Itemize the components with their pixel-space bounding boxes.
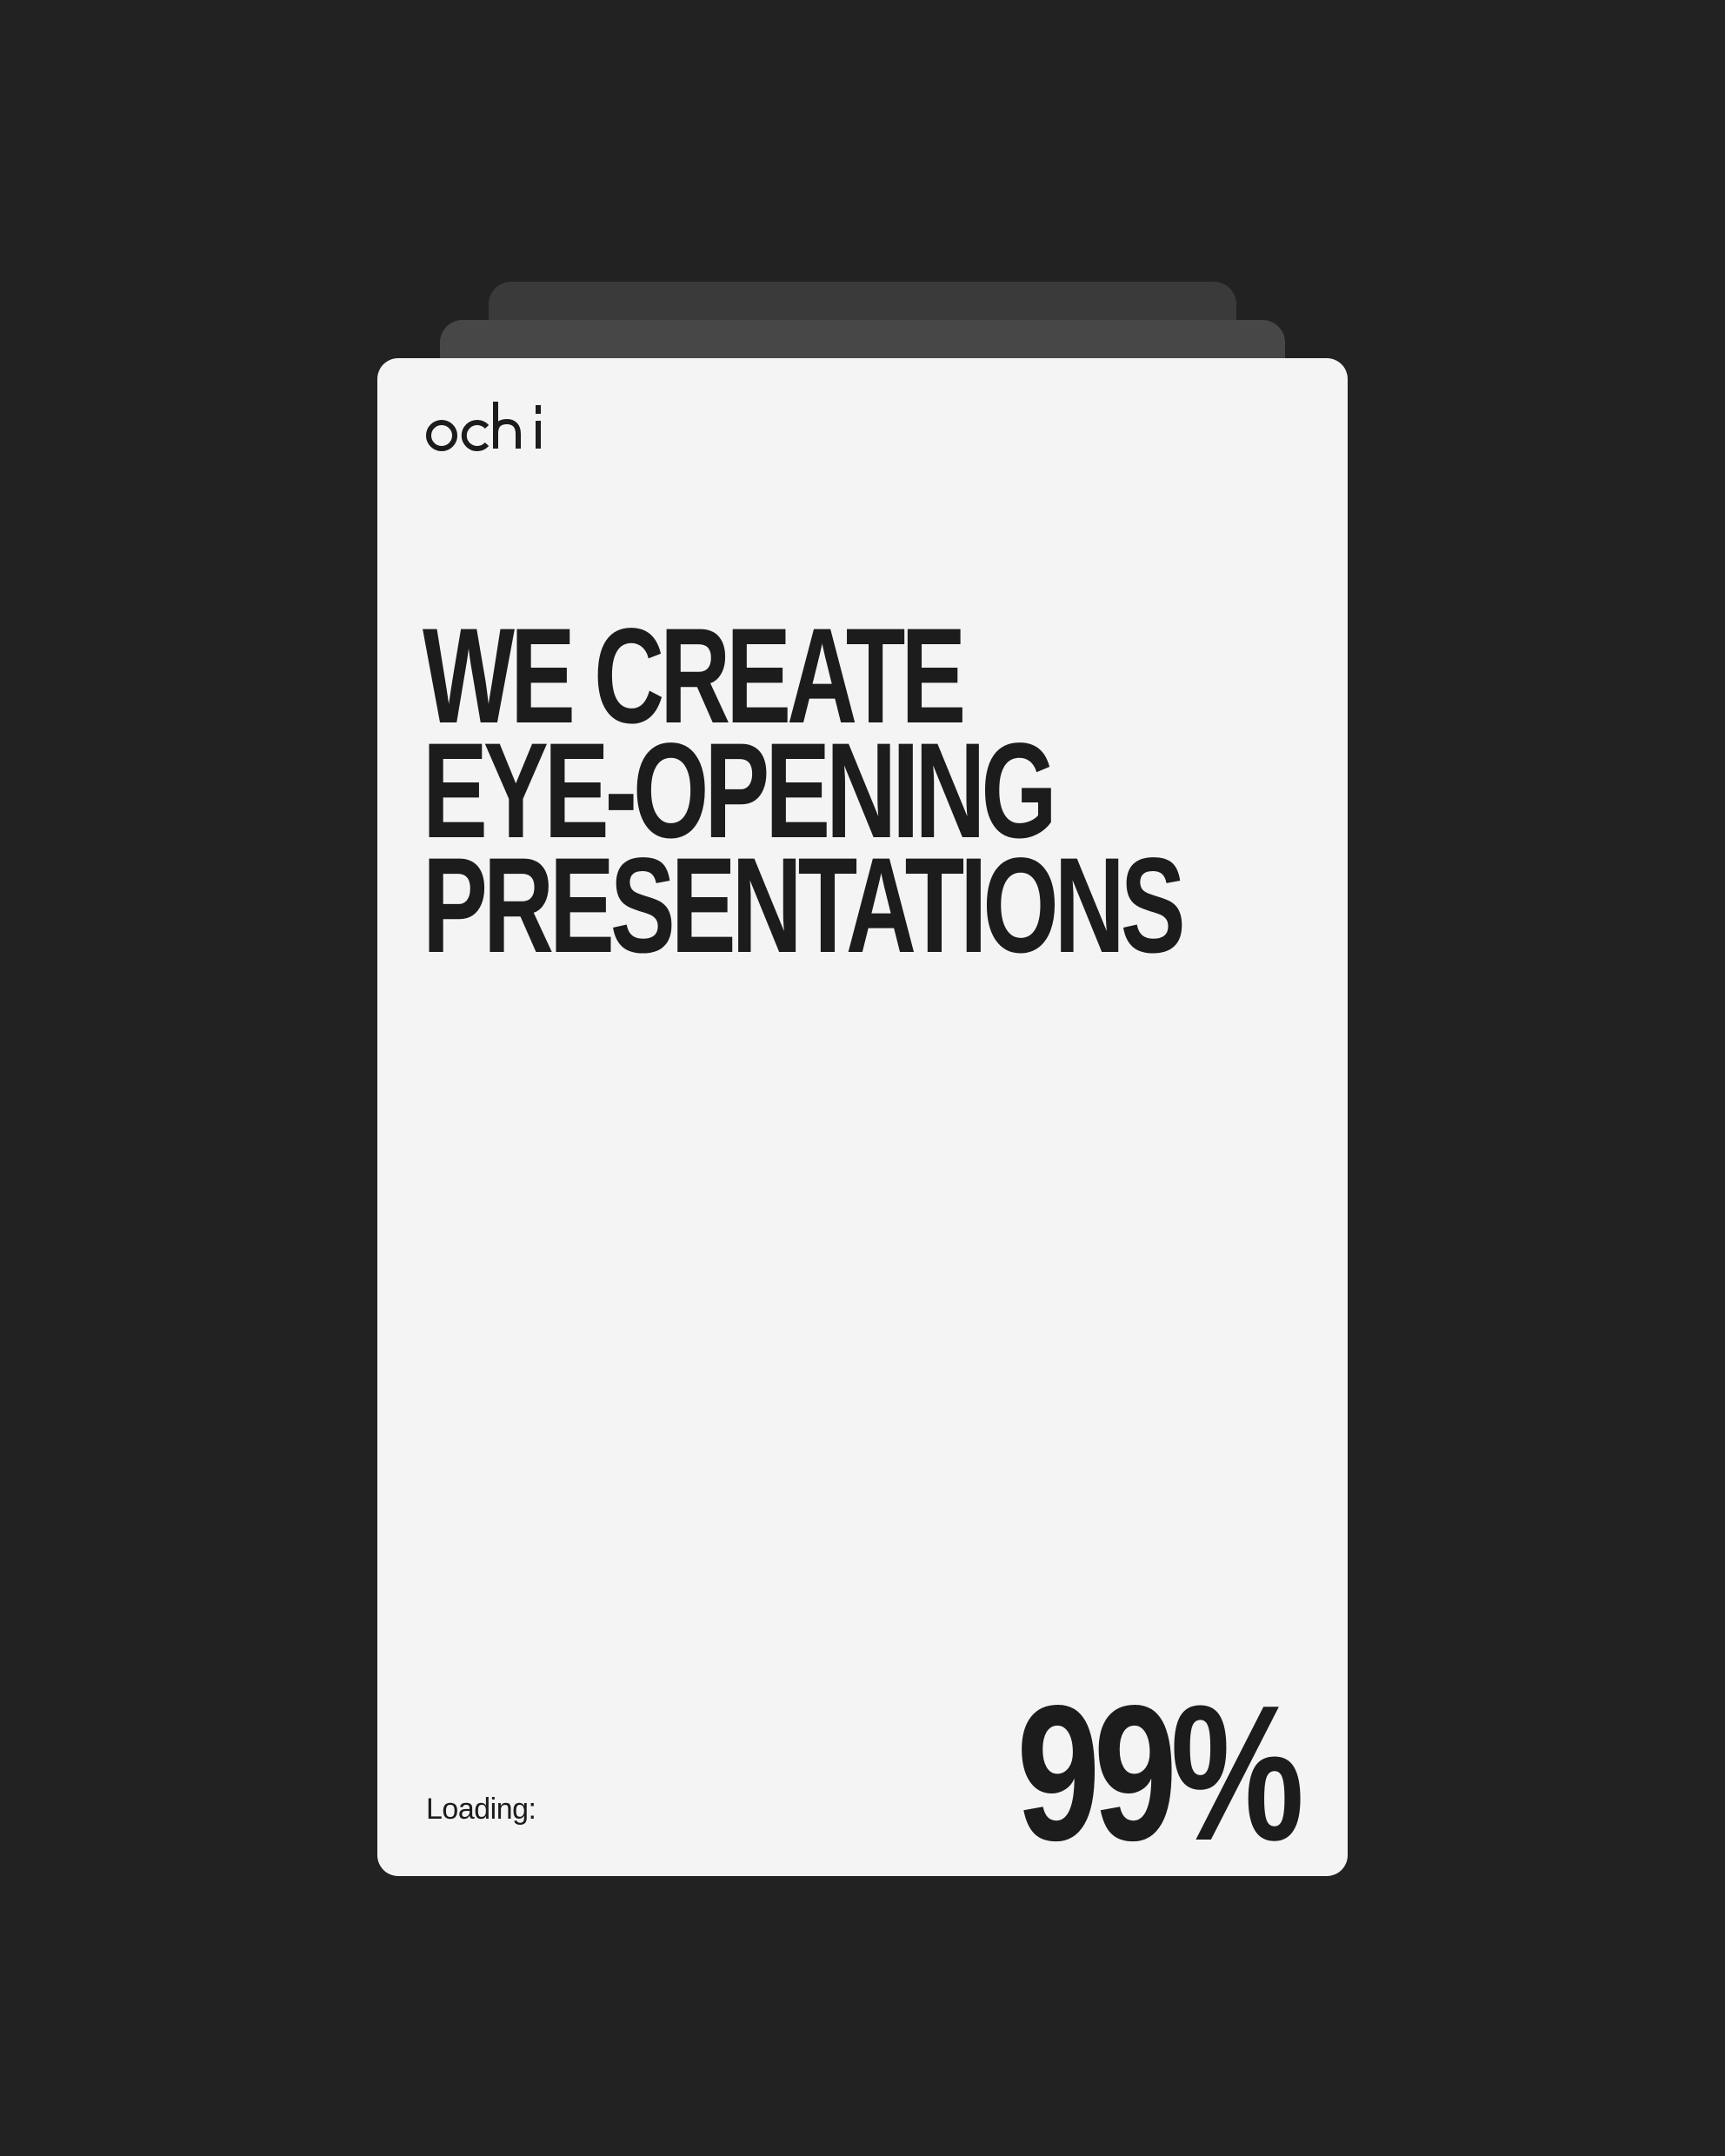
- hero-headline: WE CREATE EYE-OPENING PRESENTATIONS: [423, 609, 1186, 982]
- loading-label: Loading:: [426, 1793, 536, 1826]
- loader-card: ochi WE CREATE EYE-OPENING PRESENTATIONS…: [377, 358, 1348, 1876]
- headline-line-3: PRESENTATIONS: [423, 830, 1186, 982]
- ochi-logo-mark: ochi: [426, 402, 541, 451]
- ochi-logo[interactable]: ochi: [426, 402, 548, 454]
- loading-progress-value: 99%: [1016, 1666, 1304, 1881]
